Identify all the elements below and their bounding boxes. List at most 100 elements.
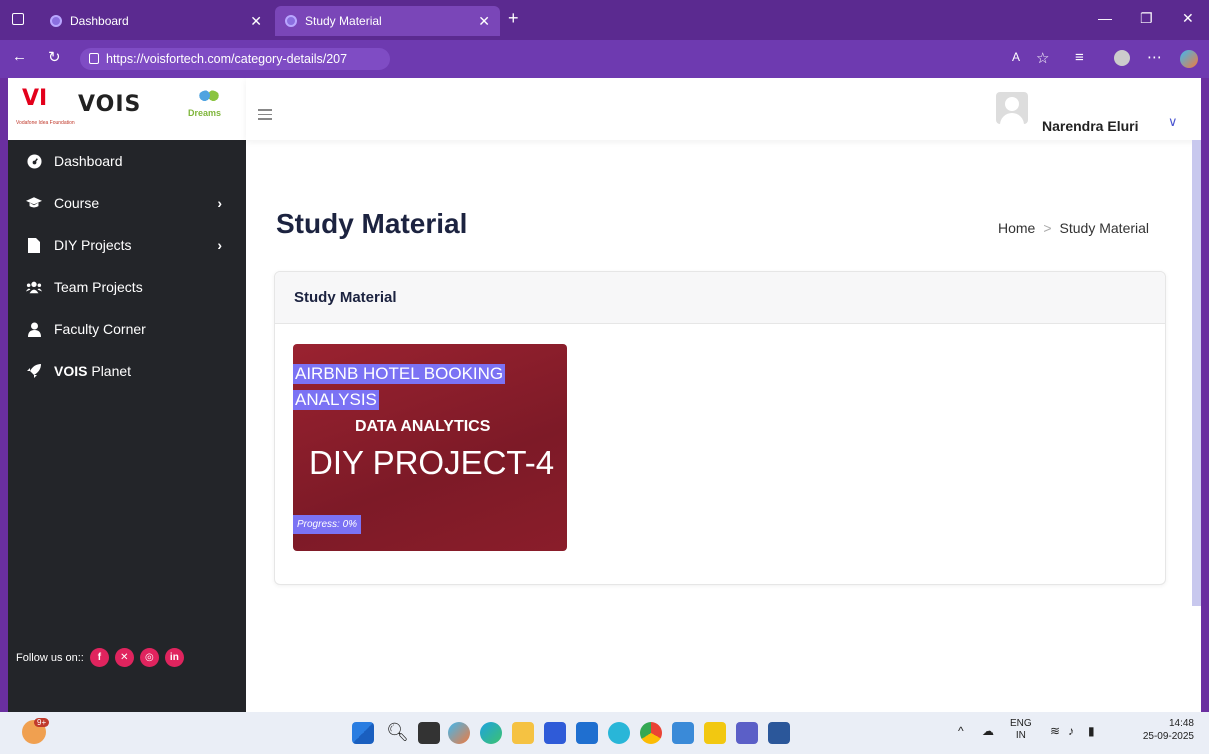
app-icon[interactable] [608,722,630,744]
windows-start-icon[interactable] [352,722,374,744]
sidebar-item-label: Planet [87,363,132,379]
progress-label: Progress: 0% [293,515,362,534]
sidebar-item-label: Team Projects [54,279,143,295]
sidebar-item-dashboard[interactable]: Dashboard [8,140,246,182]
linkedin-learning-icon[interactable] [576,722,598,744]
chevron-down-icon[interactable]: ∨ [1168,114,1178,130]
breadcrumb-home[interactable]: Home [998,220,1035,236]
card-title: Study Material [275,272,1165,324]
lock-icon [89,53,99,64]
breadcrumb: Home > Study Material [998,220,1149,236]
user-icon [26,321,42,337]
close-icon[interactable]: ✕ [250,13,262,30]
new-tab-icon[interactable]: + [508,8,519,29]
connecting-dreams-logo: Dreams [184,88,234,124]
minimize-icon[interactable]: — [1098,10,1112,26]
user-name[interactable]: Narendra Eluri [1042,118,1138,134]
vi-logo: VI [22,86,48,111]
favorite-star-icon[interactable]: ☆ [1036,49,1049,67]
profile-icon[interactable] [1114,50,1130,66]
x-twitter-icon[interactable]: ✕ [114,648,134,667]
project-title-line1: AIRBNB HOTEL BOOKING [293,364,506,384]
project-name: DIY PROJECT-4 [309,444,555,481]
back-icon[interactable]: ← [12,48,27,65]
language-indicator[interactable]: ENG IN [1010,718,1032,742]
logo-area[interactable]: VI Vodafone Idea Foundation VOIS Dreams [8,78,246,140]
tab-dashboard[interactable]: Dashboard ✕ [40,6,272,36]
sidebar-item-diy-projects[interactable]: DIY Projects › [8,224,246,266]
pc-app-icon[interactable] [672,722,694,744]
sidebar-toggle-icon[interactable] [12,13,24,25]
file-explorer-icon[interactable] [512,722,534,744]
address-bar: ← ↻ https://voisfortech.com/category-det… [0,40,1209,78]
scrollbar[interactable] [1192,140,1201,606]
chrome-icon[interactable] [640,722,662,744]
browser-tab-bar: Dashboard ✕ Study Material ✕ + — ❐ ✕ [0,0,1209,40]
sidebar-item-vois-planet[interactable]: VOIS Planet [8,350,246,392]
sidebar-item-label: Faculty Corner [54,321,146,337]
vois-logo: VOIS [78,92,142,117]
search-icon[interactable]: 🔍︎ [386,722,409,744]
avatar[interactable] [996,92,1028,124]
favorites-list-icon[interactable]: ≡ [1075,49,1084,66]
project-title-line2: ANALYSIS [293,390,379,410]
refresh-icon[interactable]: ↻ [48,48,61,66]
graduation-cap-icon [26,195,42,211]
sidebar-item-faculty-corner[interactable]: Faculty Corner [8,308,246,350]
users-icon [26,279,42,295]
copilot-icon[interactable] [1180,50,1198,68]
word-icon[interactable] [768,722,790,744]
lang-line1: ENG [1010,718,1032,729]
linkedin-icon[interactable]: in [164,648,184,667]
sidebar-item-label: Course [54,195,100,211]
lang-line2: IN [1015,730,1026,741]
window-close-icon[interactable]: ✕ [1182,10,1194,27]
clock[interactable]: 14:48 25-09-2025 [1136,717,1194,743]
instagram-icon[interactable]: ◎ [139,648,159,667]
notification-badge: 9+ [34,718,50,727]
sidebar-item-team-projects[interactable]: Team Projects [8,266,246,308]
clock-date: 25-09-2025 [1142,731,1194,742]
powerbi-icon[interactable] [704,722,726,744]
favicon-icon [285,15,297,27]
task-view-icon[interactable] [418,722,440,744]
rocket-icon [26,363,42,379]
follow-label: Follow us on:: [16,651,84,664]
chevron-right-icon: › [217,237,222,253]
teams-icon[interactable] [736,722,758,744]
url-field[interactable]: https://voisfortech.com/category-details… [80,48,390,70]
tray-chevron-icon[interactable]: ^ [958,724,964,738]
wifi-icon[interactable]: ≋ [1050,724,1060,738]
sidebar-item-course[interactable]: Course › [8,182,246,224]
edge-icon[interactable] [480,722,502,744]
page-title: Study Material [276,208,468,239]
file-icon [26,237,42,253]
tab-label: Dashboard [70,14,129,28]
sidebar-menu: Dashboard Course › DIY Projects › Team P… [8,140,246,392]
hamburger-menu-icon[interactable] [258,109,272,123]
project-subtitle: DATA ANALYTICS [355,418,491,435]
sidebar: VI Vodafone Idea Foundation VOIS Dreams … [8,78,246,712]
clock-time: 14:48 [1168,718,1194,729]
web-page: VI Vodafone Idea Foundation VOIS Dreams … [8,78,1201,712]
dashboard-gauge-icon [26,153,42,169]
volume-icon[interactable]: ♪ [1068,724,1074,738]
close-icon[interactable]: ✕ [478,13,490,30]
facebook-icon[interactable]: f [89,648,109,667]
battery-icon[interactable]: ▮ [1088,724,1095,738]
sidebar-item-label: Dashboard [54,153,123,169]
breadcrumb-separator-icon: > [1043,220,1052,236]
breadcrumb-current: Study Material [1059,220,1150,236]
url-text: https://voisfortech.com/category-details… [106,52,348,66]
restore-icon[interactable]: ❐ [1140,10,1153,27]
chevron-right-icon: › [217,195,222,211]
copilot-taskbar-icon[interactable] [448,722,470,744]
read-aloud-icon[interactable]: A [1012,50,1020,64]
store-icon[interactable] [544,722,566,744]
project-tile[interactable]: AIRBNB HOTEL BOOKING ANALYSIS DATA ANALY… [293,344,567,551]
sidebar-item-label-bold: VOIS [54,363,88,379]
onedrive-icon[interactable]: ☁︎ [982,724,994,738]
more-icon[interactable]: ⋯ [1147,48,1162,66]
tab-study-material[interactable]: Study Material ✕ [275,6,500,36]
dreams-logo-icon [198,90,220,104]
